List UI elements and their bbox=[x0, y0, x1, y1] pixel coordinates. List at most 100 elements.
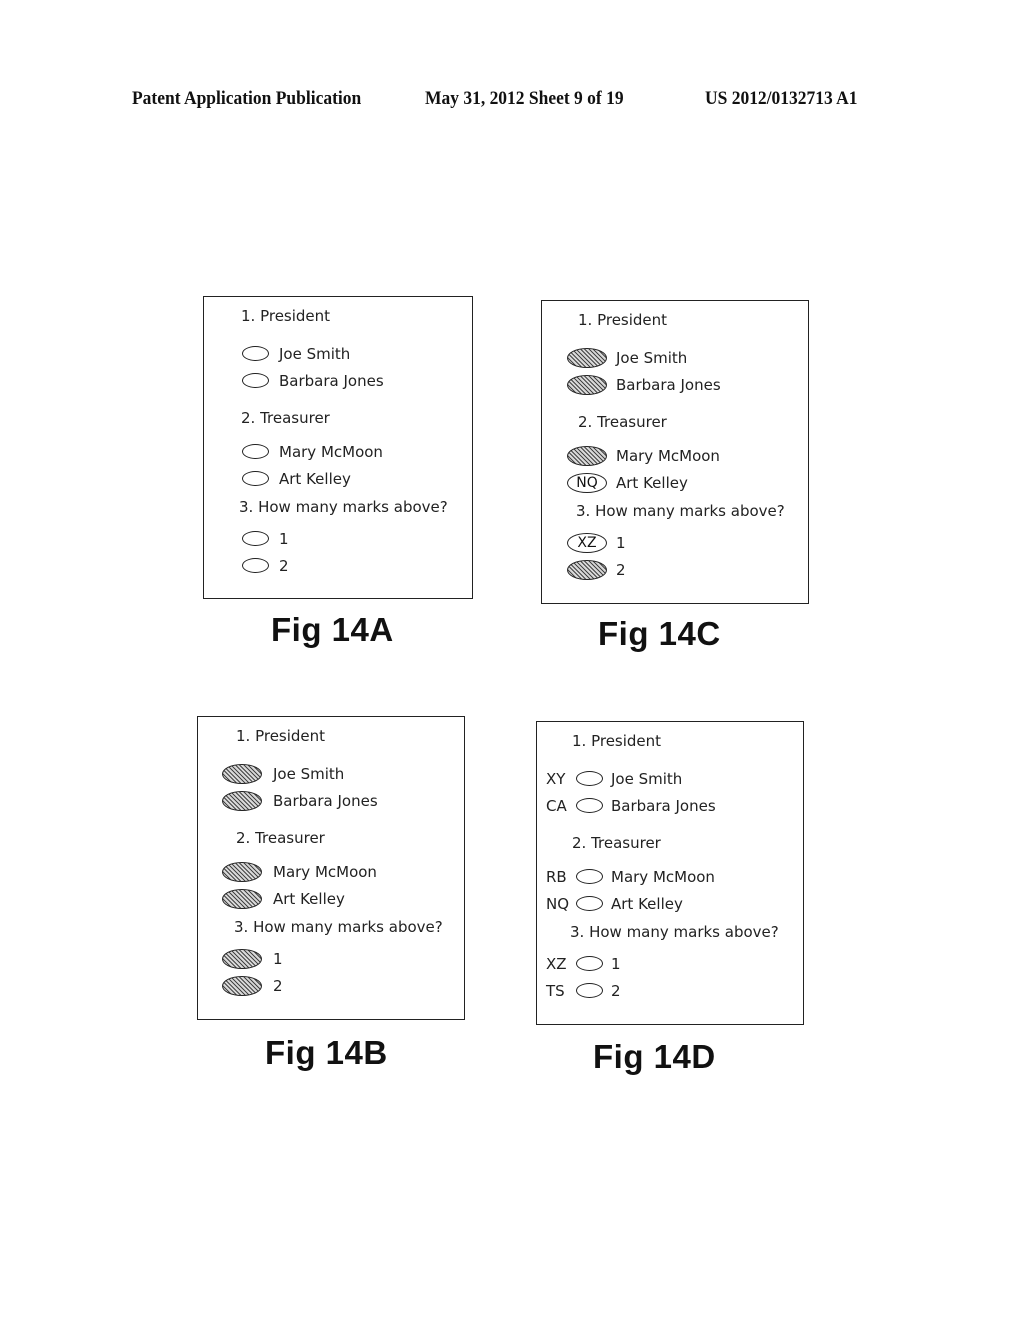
ballot-option: XZ 1 bbox=[542, 532, 808, 554]
ballot-fig-14b: 1. President Joe Smith Barbara Jones 2. Tre… bbox=[197, 716, 465, 1020]
option-label: Art Kelley bbox=[616, 474, 688, 492]
ballot-option: RB Mary McMoon bbox=[537, 866, 803, 888]
filled-oval-icon[interactable] bbox=[222, 862, 262, 882]
ballot-option: XY Joe Smith bbox=[537, 768, 803, 790]
option-label: Barbara Jones bbox=[279, 372, 384, 390]
oval-code-text: NQ bbox=[576, 475, 598, 491]
option-label: 2 bbox=[611, 982, 621, 1000]
option-label: Mary McMoon bbox=[611, 868, 715, 886]
option-label: 2 bbox=[273, 977, 283, 995]
ballot-option: NQ Art Kelley bbox=[537, 893, 803, 915]
option-label: Joe Smith bbox=[611, 770, 683, 788]
option-label: 2 bbox=[616, 561, 626, 579]
filled-oval-icon[interactable] bbox=[222, 764, 262, 784]
option-label: Art Kelley bbox=[611, 895, 683, 913]
filled-oval-icon[interactable] bbox=[222, 791, 262, 811]
ballot-option: 2 bbox=[542, 559, 808, 581]
question-title: 1. President bbox=[572, 732, 662, 750]
option-code-prefix: RB bbox=[546, 868, 567, 886]
ballot-option: 1 bbox=[204, 528, 472, 550]
ballot-option: Art Kelley bbox=[198, 888, 464, 910]
option-label: Mary McMoon bbox=[279, 443, 383, 461]
ballot-option: CA Barbara Jones bbox=[537, 795, 803, 817]
ballot-option: 1 bbox=[198, 948, 464, 970]
filled-oval-icon[interactable] bbox=[567, 446, 607, 466]
coded-oval-icon[interactable]: NQ bbox=[567, 473, 607, 493]
ballot-option: Barbara Jones bbox=[204, 370, 472, 392]
ballot-option: Joe Smith bbox=[198, 763, 464, 785]
question-title: 2. Treasurer bbox=[241, 409, 330, 427]
option-label: Barbara Jones bbox=[273, 792, 378, 810]
empty-oval-icon[interactable] bbox=[576, 896, 603, 911]
ballot-option: XZ 1 bbox=[537, 953, 803, 975]
empty-oval-icon[interactable] bbox=[576, 983, 603, 998]
empty-oval-icon[interactable] bbox=[242, 444, 269, 459]
empty-oval-icon[interactable] bbox=[242, 471, 269, 486]
filled-oval-icon[interactable] bbox=[222, 976, 262, 996]
option-label: 1 bbox=[611, 955, 621, 973]
ballot-fig-14c: 1. President Joe Smith Barbara Jones 2. Tre… bbox=[541, 300, 809, 604]
empty-oval-icon[interactable] bbox=[576, 956, 603, 971]
question-title: 3. How many marks above? bbox=[234, 918, 443, 936]
empty-oval-icon[interactable] bbox=[242, 346, 269, 361]
option-label: Mary McMoon bbox=[273, 863, 377, 881]
option-label: 1 bbox=[279, 530, 289, 548]
question-title: 1. President bbox=[236, 727, 326, 745]
oval-code-text: XZ bbox=[577, 535, 597, 551]
empty-oval-icon[interactable] bbox=[576, 771, 603, 786]
ballot-option: TS 2 bbox=[537, 980, 803, 1002]
ballot-option: Barbara Jones bbox=[542, 374, 808, 396]
question-title: 2. Treasurer bbox=[572, 834, 661, 852]
filled-oval-icon[interactable] bbox=[222, 949, 262, 969]
page-header: Patent Application Publication May 31, 2… bbox=[0, 88, 1024, 114]
date-sheet: May 31, 2012 Sheet 9 of 19 bbox=[425, 88, 624, 109]
ballot-option: NQ Art Kelley bbox=[542, 472, 808, 494]
ballot-fig-14a: 1. President Joe Smith Barbara Jones 2. Tre… bbox=[203, 296, 473, 599]
ballot-fig-14d: 1. President XY Joe Smith CA Barbara Jones 2.… bbox=[536, 721, 804, 1025]
ballot-option: 2 bbox=[198, 975, 464, 997]
ballot-option: Joe Smith bbox=[204, 343, 472, 365]
option-label: 1 bbox=[273, 950, 283, 968]
question-title: 2. Treasurer bbox=[236, 829, 325, 847]
ballot-option: Joe Smith bbox=[542, 347, 808, 369]
question-title: 3. How many marks above? bbox=[576, 502, 785, 520]
filled-oval-icon[interactable] bbox=[222, 889, 262, 909]
publication-number: US 2012/0132713 A1 bbox=[705, 88, 858, 109]
ballot-option: Barbara Jones bbox=[198, 790, 464, 812]
ballot-option: Mary McMoon bbox=[542, 445, 808, 467]
empty-oval-icon[interactable] bbox=[242, 373, 269, 388]
publication-type: Patent Application Publication bbox=[132, 88, 362, 109]
option-label: Art Kelley bbox=[279, 470, 351, 488]
figure-caption-14c: Fig 14C bbox=[598, 615, 721, 652]
option-label: Art Kelley bbox=[273, 890, 345, 908]
question-title: 1. President bbox=[241, 307, 331, 325]
option-code-prefix: XZ bbox=[546, 955, 567, 973]
empty-oval-icon[interactable] bbox=[242, 531, 269, 546]
option-label: Barbara Jones bbox=[611, 797, 716, 815]
coded-oval-icon[interactable]: XZ bbox=[567, 533, 607, 553]
filled-oval-icon[interactable] bbox=[567, 375, 607, 395]
filled-oval-icon[interactable] bbox=[567, 348, 607, 368]
figure-caption-14b: Fig 14B bbox=[265, 1034, 388, 1071]
empty-oval-icon[interactable] bbox=[576, 869, 603, 884]
question-title: 2. Treasurer bbox=[578, 413, 667, 431]
empty-oval-icon[interactable] bbox=[576, 798, 603, 813]
option-label: Joe Smith bbox=[616, 349, 688, 367]
option-label: 1 bbox=[616, 534, 626, 552]
option-label: 2 bbox=[279, 557, 289, 575]
option-code-prefix: XY bbox=[546, 770, 566, 788]
ballot-option: Art Kelley bbox=[204, 468, 472, 490]
option-label: Mary McMoon bbox=[616, 447, 720, 465]
option-code-prefix: CA bbox=[546, 797, 567, 815]
empty-oval-icon[interactable] bbox=[242, 558, 269, 573]
figure-caption-14d: Fig 14D bbox=[593, 1038, 716, 1075]
question-title: 3. How many marks above? bbox=[570, 923, 779, 941]
option-label: Barbara Jones bbox=[616, 376, 721, 394]
option-code-prefix: NQ bbox=[546, 895, 570, 913]
option-label: Joe Smith bbox=[273, 765, 345, 783]
filled-oval-icon[interactable] bbox=[567, 560, 607, 580]
figure-caption-14a: Fig 14A bbox=[271, 611, 394, 648]
option-label: Joe Smith bbox=[279, 345, 351, 363]
ballot-option: 2 bbox=[204, 555, 472, 577]
question-title: 3. How many marks above? bbox=[239, 498, 448, 516]
